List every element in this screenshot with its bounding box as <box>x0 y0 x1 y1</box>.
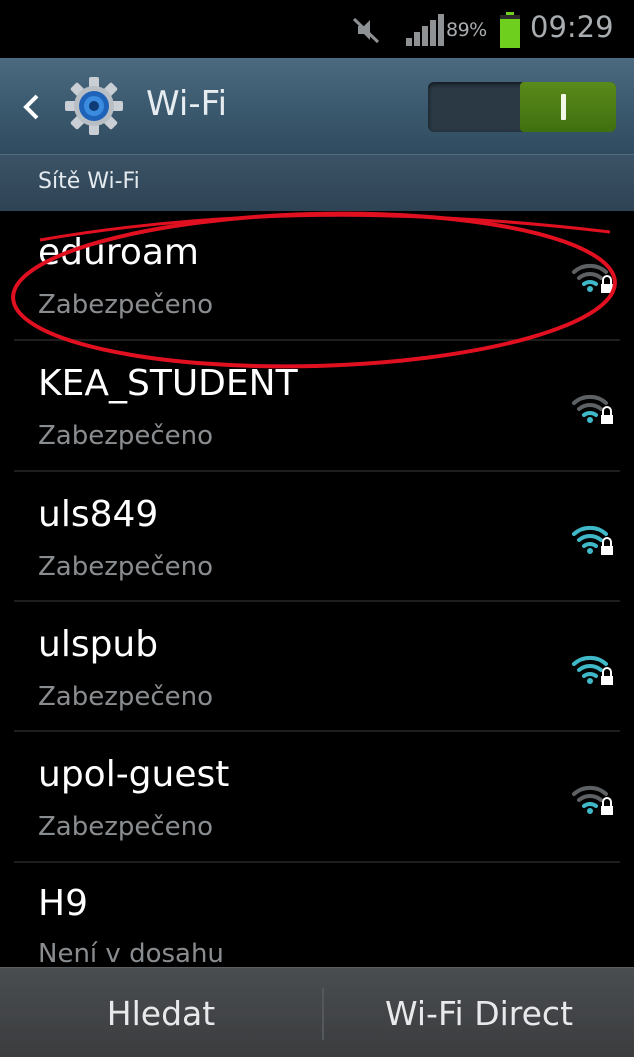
mute-icon <box>352 17 380 44</box>
wifi-locked-icon <box>572 525 613 555</box>
wifi-toggle[interactable] <box>428 82 616 132</box>
bottom-bar: Hledat Wi-Fi Direct <box>0 967 634 1057</box>
network-item-uls849[interactable]: uls849 Zabezpečeno <box>0 472 634 602</box>
network-ssid: KEA_STUDENT <box>38 363 298 404</box>
settings-gear-icon[interactable] <box>64 76 124 136</box>
network-ssid: uls849 <box>38 494 159 535</box>
battery-icon <box>500 12 520 48</box>
network-ssid: upol-guest <box>38 754 230 795</box>
network-status: Zabezpečeno <box>38 812 214 842</box>
toggle-on-mark <box>561 94 566 120</box>
action-bar: Wi-Fi <box>0 58 634 154</box>
wifi-locked-icon <box>572 785 613 815</box>
battery-percentage: 89% <box>446 19 487 41</box>
network-status: Zabezpečeno <box>38 290 214 320</box>
back-icon[interactable] <box>22 94 40 120</box>
network-status: Není v dosahu <box>38 939 224 967</box>
wifi-locked-icon <box>572 263 613 293</box>
wifi-locked-icon <box>572 394 613 424</box>
signal-icon <box>406 14 444 46</box>
clock: 09:29 <box>530 10 614 44</box>
scan-button[interactable]: Hledat <box>0 968 322 1057</box>
section-header: Sítě Wi-Fi <box>0 154 634 211</box>
network-status: Zabezpečeno <box>38 421 214 451</box>
status-bar: 89% 09:29 <box>0 0 634 58</box>
network-list: eduroam Zabezpečeno KEA_STUDENT Zabezpeč… <box>0 210 634 967</box>
wifi-direct-button[interactable]: Wi-Fi Direct <box>324 968 634 1057</box>
wifi-locked-icon <box>572 655 613 685</box>
network-item-h9[interactable]: H9 Není v dosahu <box>0 863 634 967</box>
section-label: Sítě Wi-Fi <box>38 169 140 194</box>
network-status: Zabezpečeno <box>38 682 214 712</box>
network-ssid: ulspub <box>38 624 159 665</box>
network-item-kea-student[interactable]: KEA_STUDENT Zabezpečeno <box>0 341 634 471</box>
network-item-ulspub[interactable]: ulspub Zabezpečeno <box>0 602 634 732</box>
network-status: Zabezpečeno <box>38 552 214 582</box>
wifi-toggle-knob[interactable] <box>520 82 616 132</box>
network-item-upol-guest[interactable]: upol-guest Zabezpečeno <box>0 732 634 862</box>
network-item-eduroam[interactable]: eduroam Zabezpečeno <box>0 210 634 340</box>
network-ssid: H9 <box>38 883 88 924</box>
wifi-settings-screen: 89% 09:29 Wi-Fi Sítě Wi-Fi eduroam Zabez… <box>0 0 634 1057</box>
network-ssid: eduroam <box>38 232 199 273</box>
page-title: Wi-Fi <box>146 84 228 124</box>
